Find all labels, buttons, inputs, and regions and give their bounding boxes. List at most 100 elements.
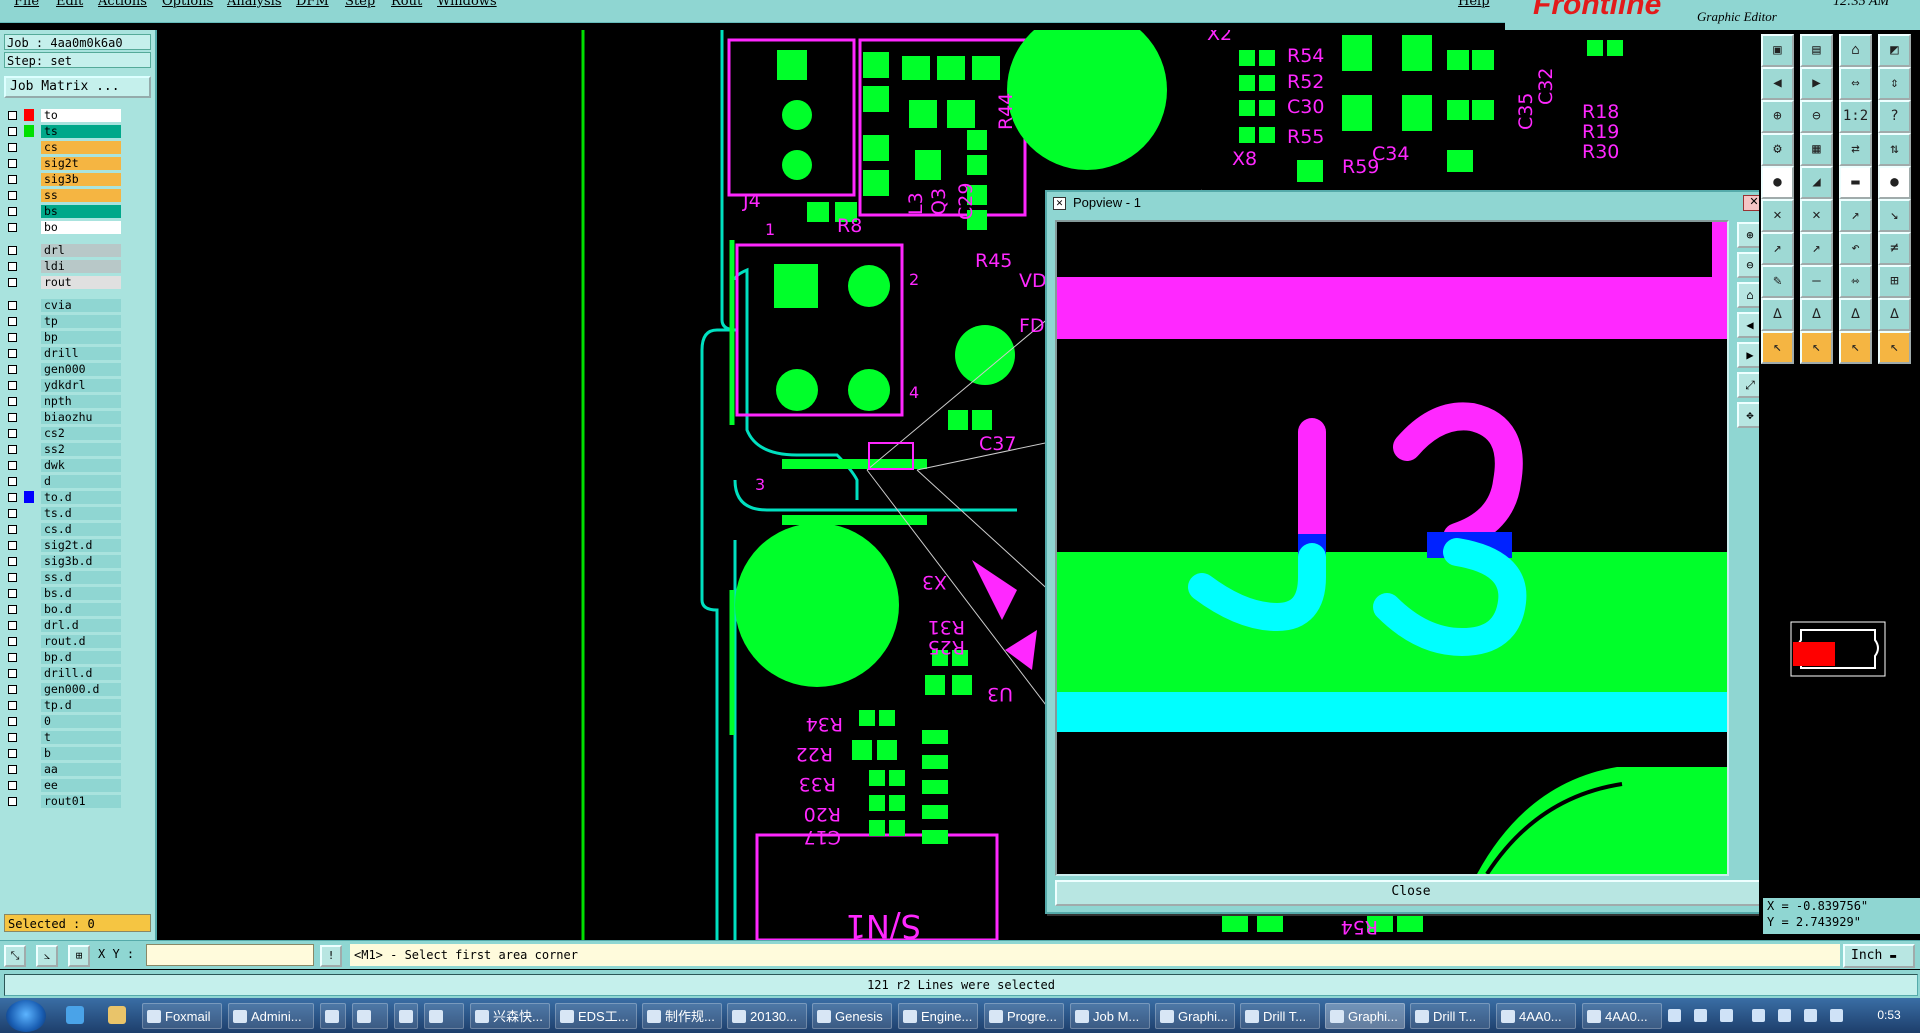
layer-checkbox[interactable] <box>8 765 17 774</box>
layer-checkbox[interactable] <box>8 733 17 742</box>
layer-name[interactable]: d <box>41 475 121 488</box>
layer-row-cs2[interactable]: cs2 <box>4 426 124 441</box>
layer-row-dwk[interactable]: dwk <box>4 458 124 473</box>
layer-row-npth[interactable]: npth <box>4 394 124 409</box>
layer-row-aa[interactable]: aa <box>4 762 124 777</box>
mirror-icon[interactable]: ↗ <box>1800 232 1833 265</box>
taskbar-item[interactable] <box>352 1003 388 1029</box>
layer-color-swatch[interactable] <box>24 221 34 233</box>
layer-checkbox[interactable] <box>8 653 17 662</box>
layer-color-swatch[interactable] <box>24 299 34 311</box>
layer-color-swatch[interactable] <box>24 443 34 455</box>
menu-actions[interactable]: Actions <box>98 0 147 9</box>
arc-3-icon[interactable]: ∆ <box>1839 298 1872 331</box>
layer-name[interactable]: drill <box>41 347 121 360</box>
layer-checkbox[interactable] <box>8 701 17 710</box>
arc-2-icon[interactable]: ∆ <box>1800 298 1833 331</box>
layer-name[interactable]: drl.d <box>41 619 121 632</box>
layer-row-cs-d[interactable]: cs.d <box>4 522 124 537</box>
layer-row-to[interactable]: to <box>4 108 124 123</box>
layer-row-drill-d[interactable]: drill.d <box>4 666 124 681</box>
line-icon[interactable]: ▬ <box>1839 166 1872 199</box>
layer-name[interactable]: sig3b <box>41 173 121 186</box>
layer-checkbox[interactable] <box>8 461 17 470</box>
layer-checkbox[interactable] <box>8 669 17 678</box>
close-button[interactable]: Close <box>1055 880 1767 906</box>
xy-input[interactable] <box>146 944 314 966</box>
layer-checkbox[interactable] <box>8 159 17 168</box>
not-equal-icon[interactable]: ≠ <box>1878 232 1911 265</box>
flip-h-icon[interactable]: ⇄ <box>1839 133 1872 166</box>
layer-row-gen000-d[interactable]: gen000.d <box>4 682 124 697</box>
layer-color-swatch[interactable] <box>24 715 34 727</box>
layer-row-tp[interactable]: tp <box>4 314 124 329</box>
zoom-h-icon[interactable]: ⇔ <box>1839 67 1872 100</box>
layer-checkbox[interactable] <box>8 637 17 646</box>
layer-name[interactable]: gen000 <box>41 363 121 376</box>
layer-color-swatch[interactable] <box>24 683 34 695</box>
tray-speaker-icon[interactable] <box>1804 1009 1817 1022</box>
layer-checkbox[interactable] <box>8 525 17 534</box>
fill-icon[interactable]: ◢ <box>1800 166 1833 199</box>
layer-checkbox[interactable] <box>8 573 17 582</box>
menu-step[interactable]: Step <box>345 0 375 9</box>
ie-icon[interactable] <box>66 1006 84 1024</box>
layer-color-swatch[interactable] <box>24 189 34 201</box>
layer-color-swatch[interactable] <box>24 795 34 807</box>
layer-checkbox[interactable] <box>8 557 17 566</box>
layer-color-swatch[interactable] <box>24 363 34 375</box>
taskbar-item[interactable]: 兴森快... <box>470 1003 550 1029</box>
taskbar-item[interactable]: Foxmail <box>142 1003 222 1029</box>
explorer-icon[interactable] <box>108 1006 126 1024</box>
rotate-icon[interactable]: ↗ <box>1761 232 1794 265</box>
layer-color-swatch[interactable] <box>24 125 34 137</box>
layer-name[interactable]: rout <box>41 276 121 289</box>
layer-color-swatch[interactable] <box>24 635 34 647</box>
layer-name[interactable]: biaozhu <box>41 411 121 424</box>
tray-volume-icon[interactable] <box>1778 1009 1791 1022</box>
layer-row-t[interactable]: t <box>4 730 124 745</box>
layer-row-bo[interactable]: bo <box>4 220 124 235</box>
zoom-window-icon[interactable]: ▣ <box>1761 34 1794 67</box>
layer-name[interactable]: to.d <box>41 491 121 504</box>
taskbar-item[interactable]: Drill T... <box>1240 1003 1320 1029</box>
layer-row-ts[interactable]: ts <box>4 124 124 139</box>
start-button[interactable] <box>6 1000 46 1032</box>
layer-checkbox[interactable] <box>8 413 17 422</box>
layer-row-gen000[interactable]: gen000 <box>4 362 124 377</box>
layer-checkbox[interactable] <box>8 445 17 454</box>
layer-name[interactable]: rout.d <box>41 635 121 648</box>
layer-name[interactable]: sig2t <box>41 157 121 170</box>
layer-row-rout[interactable]: rout <box>4 275 124 290</box>
layer-row-ss2[interactable]: ss2 <box>4 442 124 457</box>
menu-edit[interactable]: Edit <box>56 0 83 9</box>
taskbar-item[interactable]: 20130... <box>727 1003 807 1029</box>
layer-checkbox[interactable] <box>8 493 17 502</box>
layer-name[interactable]: 0 <box>41 715 121 728</box>
pan-icon[interactable]: ◩ <box>1878 34 1911 67</box>
popview-titlebar[interactable]: ✕ Popview - 1 ✕ <box>1047 192 1769 214</box>
taskbar-item[interactable] <box>320 1003 346 1029</box>
layer-color-swatch[interactable] <box>24 244 34 256</box>
taskbar-item[interactable]: EDS工... <box>555 1003 637 1029</box>
layer-name[interactable]: cs.d <box>41 523 121 536</box>
layer-name[interactable]: bp.d <box>41 651 121 664</box>
layer-color-swatch[interactable] <box>24 205 34 217</box>
layer-checkbox[interactable] <box>8 477 17 486</box>
menu-rout[interactable]: Rout <box>391 0 422 9</box>
layer-name[interactable]: b <box>41 747 121 760</box>
layer-color-swatch[interactable] <box>24 347 34 359</box>
layer-name[interactable]: ts.d <box>41 507 121 520</box>
tray-network-icon[interactable] <box>1668 1009 1681 1022</box>
layer-row-drl[interactable]: drl <box>4 243 124 258</box>
layer-color-swatch[interactable] <box>24 260 34 272</box>
trace-icon[interactable]: — <box>1800 265 1833 298</box>
zoom-out-icon[interactable]: ⊖ <box>1800 100 1833 133</box>
settings-icon[interactable]: ⚙ <box>1761 133 1794 166</box>
layer-color-swatch[interactable] <box>24 603 34 615</box>
taskbar-item[interactable]: Job M... <box>1070 1003 1150 1029</box>
layer-color-swatch[interactable] <box>24 276 34 288</box>
layer-row-sig3b[interactable]: sig3b <box>4 172 124 187</box>
menu-analysis[interactable]: Analysis <box>227 0 282 9</box>
layer-row-d[interactable]: d <box>4 474 124 489</box>
